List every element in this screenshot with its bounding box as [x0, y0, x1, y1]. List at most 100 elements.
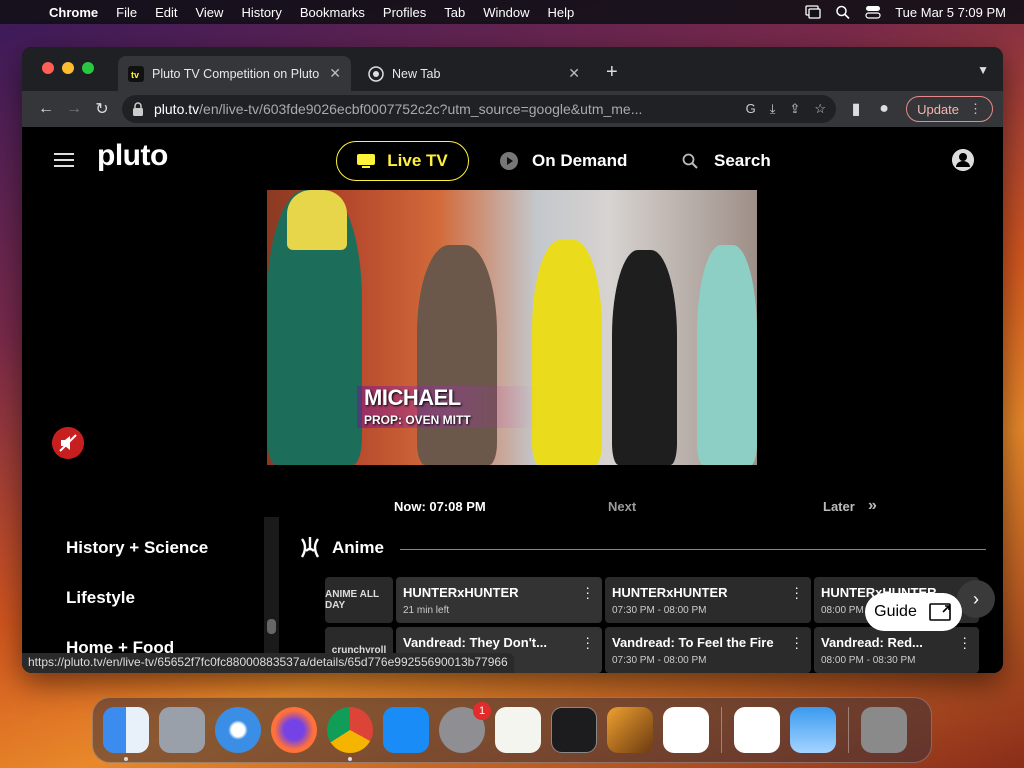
section-header-anime: Anime: [298, 537, 384, 559]
install-app-icon[interactable]: ⤓: [770, 101, 776, 117]
new-tab-plus-icon[interactable]: +: [606, 61, 618, 84]
muted-speaker-icon[interactable]: [52, 427, 84, 459]
user-profile-icon[interactable]: [952, 149, 974, 171]
app-store-icon[interactable]: [383, 707, 429, 753]
menu-window[interactable]: Window: [474, 5, 538, 20]
side-panel-icon[interactable]: ▮: [842, 95, 870, 123]
lower-third-subtitle: PROP: OVEN MITT: [364, 413, 471, 427]
nav-live-tv-button[interactable]: Live TV: [336, 141, 469, 181]
channel-logo[interactable]: ANIME ALL DAY: [325, 577, 393, 623]
address-bar[interactable]: pluto.tv/en/live-tv/603fde9026ecbf000775…: [122, 95, 837, 123]
category-item-history-science[interactable]: History + Science: [66, 538, 208, 557]
program-options-icon[interactable]: · · ·: [794, 580, 799, 604]
control-center-icon[interactable]: [865, 5, 881, 19]
menu-edit[interactable]: Edit: [146, 5, 186, 20]
screen-mirroring-icon[interactable]: [805, 5, 821, 19]
program-time: 08:00 PM - 08:30 PM: [821, 655, 916, 666]
menu-clock[interactable]: Tue Mar 5 7:09 PM: [895, 5, 1006, 20]
program-tile[interactable]: HUNTERxHUNTER 21 min left · · ·: [396, 577, 602, 623]
category-scrollbar[interactable]: [264, 517, 279, 673]
pluto-logo[interactable]: pluto: [97, 139, 168, 173]
program-tile[interactable]: Vandread: Red... 08:00 PM - 08:30 PM · · ·: [814, 627, 979, 673]
program-title: Vandread: They Don't...: [403, 635, 547, 650]
program-title: HUNTERxHUNTER: [403, 585, 519, 600]
guide-button[interactable]: Guide: [865, 593, 962, 631]
guide-expand-icon: [929, 603, 951, 621]
url-text: pluto.tv/en/live-tv/603fde9026ecbf000775…: [154, 101, 738, 117]
maximize-window-button[interactable]: [82, 62, 94, 74]
google-lens-icon[interactable]: G: [746, 101, 756, 117]
play-circle-icon: [500, 152, 518, 170]
menu-help[interactable]: Help: [539, 5, 584, 20]
program-options-icon[interactable]: · · ·: [962, 630, 967, 654]
close-window-button[interactable]: [42, 62, 54, 74]
dock-separator: [721, 707, 722, 753]
menu-file[interactable]: File: [107, 5, 146, 20]
nav-search-button[interactable]: Search: [682, 151, 771, 171]
program-options-icon[interactable]: · · ·: [794, 630, 799, 654]
launchpad-icon[interactable]: [159, 707, 205, 753]
close-tab-icon[interactable]: ✕: [329, 65, 341, 82]
browser-toolbar: ← → ↻ pluto.tv/en/live-tv/603fde9026ecbf…: [22, 91, 1003, 127]
minimize-window-button[interactable]: [62, 62, 74, 74]
lower-third-name: MICHAEL: [364, 385, 461, 410]
guide-timeline: Now: 07:08 PM Next Later »: [22, 497, 1003, 521]
tab-pluto[interactable]: tv Pluto TV Competition on Pluto ✕: [118, 56, 351, 91]
program-options-icon[interactable]: · · ·: [585, 630, 590, 654]
menu-profiles[interactable]: Profiles: [374, 5, 435, 20]
video-scene: [417, 245, 497, 465]
garageband-icon[interactable]: [607, 707, 653, 753]
spotlight-search-icon[interactable]: [835, 5, 851, 19]
program-title: HUNTERxHUNTER: [612, 585, 728, 600]
site-info-lock-icon[interactable]: [132, 102, 144, 116]
url-host: pluto.tv: [154, 101, 200, 117]
profile-avatar-icon[interactable]: ●: [870, 95, 898, 123]
weather-icon[interactable]: [790, 707, 836, 753]
textedit-icon[interactable]: [495, 707, 541, 753]
reload-icon[interactable]: ↻: [88, 95, 116, 123]
program-options-icon[interactable]: · · ·: [585, 580, 590, 604]
trash-icon[interactable]: [861, 707, 907, 753]
program-title: Vandread: Red...: [821, 635, 923, 650]
share-icon[interactable]: ⇪: [790, 101, 801, 117]
tab-new-tab[interactable]: New Tab ✕: [358, 56, 590, 91]
program-time: 07:30 PM - 08:00 PM: [612, 655, 707, 666]
program-tile[interactable]: HUNTERxHUNTER 07:30 PM - 08:00 PM · · ·: [605, 577, 811, 623]
bookmark-star-icon[interactable]: ☆: [814, 101, 826, 117]
menu-bookmarks[interactable]: Bookmarks: [291, 5, 374, 20]
back-arrow-icon[interactable]: ←: [32, 95, 60, 123]
scrollbar-thumb[interactable]: [267, 619, 276, 634]
menu-view[interactable]: View: [186, 5, 232, 20]
video-scene: [532, 240, 602, 465]
forward-arrow-icon[interactable]: →: [60, 95, 88, 123]
chrome-icon[interactable]: [327, 707, 373, 761]
terminal-icon[interactable]: [551, 707, 597, 753]
timeline-next: Next: [608, 499, 637, 514]
omnibox-actions: G ⤓ ⇪ ☆: [746, 101, 826, 117]
search-icon: [682, 153, 698, 169]
nav-on-demand-button[interactable]: On Demand: [500, 151, 627, 171]
guide-next-arrow-icon[interactable]: ›: [957, 580, 995, 618]
pluto-tv-favicon-icon: tv: [128, 65, 144, 82]
safari-icon[interactable]: [215, 707, 261, 753]
finder-icon[interactable]: [103, 707, 149, 761]
timeline-forward-icon[interactable]: »: [868, 497, 877, 515]
firefox-icon[interactable]: [271, 707, 317, 753]
vscode-icon[interactable]: [663, 707, 709, 753]
category-item-lifestyle[interactable]: Lifestyle: [66, 588, 208, 607]
pluto-page: pluto Live TV On Demand Search MICHAEL P…: [22, 127, 1003, 673]
menu-history[interactable]: History: [232, 5, 290, 20]
tab-title: New Tab: [392, 66, 441, 81]
tab-search-chevron-icon[interactable]: ▼: [977, 63, 989, 77]
close-tab-icon[interactable]: ✕: [568, 65, 580, 82]
update-button[interactable]: Update ⋮: [906, 96, 993, 122]
video-player[interactable]: MICHAEL PROP: OVEN MITT: [267, 190, 757, 465]
section-divider: [400, 549, 986, 550]
hamburger-menu-icon[interactable]: [54, 153, 74, 171]
kebab-menu-icon[interactable]: ⋮: [969, 101, 982, 117]
program-tile[interactable]: Vandread: To Feel the Fire 07:30 PM - 08…: [605, 627, 811, 673]
menu-app-name[interactable]: Chrome: [40, 5, 107, 20]
visual-studio-icon[interactable]: [734, 707, 780, 753]
menu-tab[interactable]: Tab: [435, 5, 474, 20]
system-settings-icon[interactable]: 1: [439, 702, 491, 753]
